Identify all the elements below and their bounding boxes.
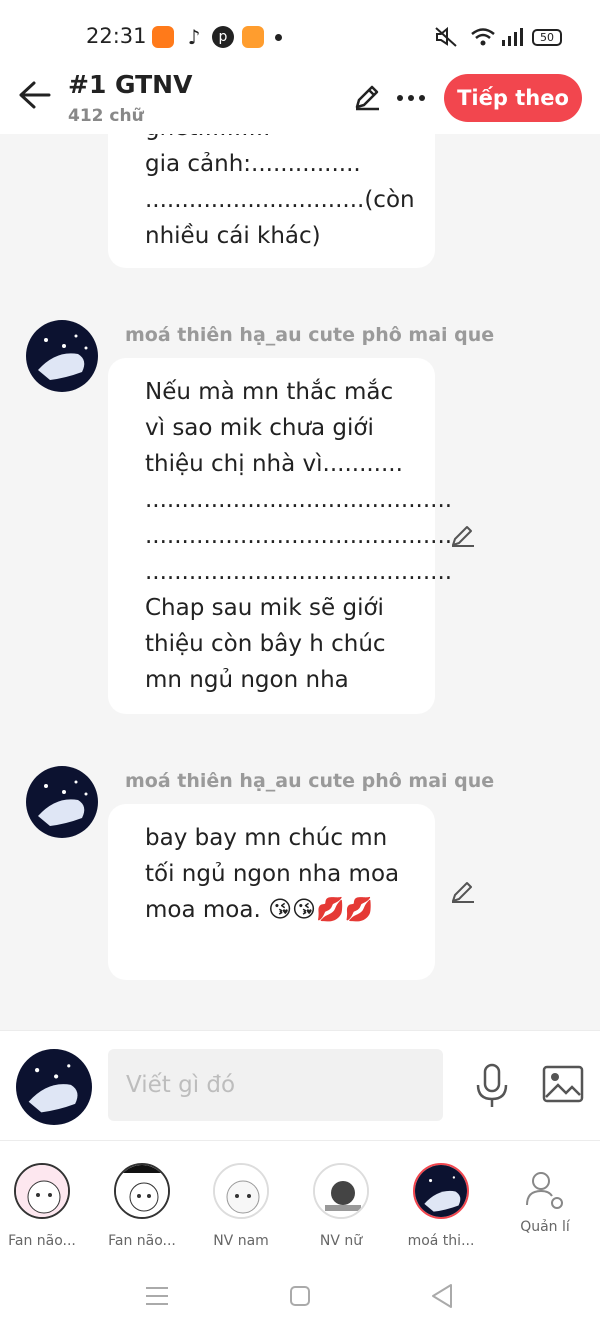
message-line: ........................................… (145, 523, 453, 549)
editor-header: #1 GTNV 412 chữ Tiếp theo (0, 60, 600, 134)
current-character-avatar[interactable] (16, 1049, 92, 1125)
message-line: tối ngủ ngon nha moa (145, 861, 400, 887)
message-author: moá thiên hạ_au cute phô mai que (125, 770, 495, 792)
message-bubble[interactable]: bay bay mn chúc mn tối ngủ ngon nha moa … (108, 804, 435, 980)
character-label: Fan não... (108, 1233, 176, 1249)
character-item[interactable]: Fan não... (0, 1163, 87, 1249)
chapter-title: #1 GTNV (68, 70, 193, 99)
manage-user-icon (526, 1172, 563, 1209)
message-line: ........................................… (145, 559, 453, 585)
message-line: bay bay mn chúc mn (145, 825, 388, 851)
message-line: ..............................(còn (145, 187, 415, 213)
character-item[interactable]: Fan não... (97, 1163, 187, 1249)
message-bubble[interactable]: ghét.......... gia cảnh:............... … (108, 134, 435, 268)
home-icon[interactable] (288, 1284, 312, 1308)
avatar[interactable] (26, 320, 98, 392)
video-app-icon (152, 26, 174, 48)
battery-icon: 50 (532, 29, 562, 46)
tiktok-icon: ♪ (187, 25, 201, 49)
dot-icon (275, 34, 282, 41)
app-icon (242, 26, 264, 48)
character-avatar (114, 1163, 170, 1219)
character-label: NV nam (213, 1233, 269, 1249)
message-author: moá thiên hạ_au cute phô mai que (125, 324, 495, 346)
status-time: 22:31 (86, 24, 147, 48)
character-item[interactable]: NV nữ (296, 1163, 386, 1249)
wifi-icon (471, 28, 495, 46)
message-line: Chap sau mik sẽ giới (145, 595, 384, 621)
character-label: Fan não... (8, 1233, 76, 1249)
character-label: moá thi... (407, 1233, 475, 1249)
message-line: thiệu chị nhà vì........... (145, 451, 403, 477)
manage-characters[interactable]: Quản lí (500, 1163, 590, 1235)
next-button[interactable]: Tiếp theo (444, 74, 582, 122)
message-line: Nếu mà mn thắc mắc (145, 379, 394, 405)
image-icon[interactable] (542, 1065, 584, 1103)
microphone-icon[interactable] (474, 1063, 510, 1109)
message-line: gia cảnh:............... (145, 151, 361, 177)
character-label: Quản lí (520, 1219, 570, 1235)
character-item[interactable]: moá thi... (396, 1163, 486, 1249)
back-icon[interactable] (430, 1282, 454, 1310)
signal-icon (502, 28, 523, 46)
character-avatar (14, 1163, 70, 1219)
message-bubble[interactable]: Nếu mà mn thắc mắc vì sao mik chưa giới … (108, 358, 453, 714)
system-nav-bar (0, 1260, 600, 1333)
recent-apps-icon[interactable] (144, 1284, 170, 1308)
character-avatar (213, 1163, 269, 1219)
back-arrow-icon[interactable] (18, 80, 52, 110)
mute-icon (435, 26, 457, 47)
message-line: vì sao mik chưa giới (145, 415, 374, 441)
character-picker: Fan não... Fan não... NV nam NV nữ moá t… (0, 1140, 600, 1260)
edit-message-icon[interactable] (450, 522, 476, 548)
message-input[interactable] (108, 1049, 443, 1121)
avatar[interactable] (26, 766, 98, 838)
message-line: nhiều cái khác) (145, 223, 321, 249)
character-avatar (313, 1163, 369, 1219)
message-line: thiệu còn bây h chúc (145, 631, 386, 657)
message-line: ........................................… (145, 487, 453, 513)
edit-message-icon[interactable] (450, 878, 476, 904)
chat-content[interactable]: ghét.......... gia cảnh:............... … (0, 134, 600, 1030)
more-options-icon[interactable] (396, 94, 426, 102)
character-item[interactable]: NV nam (196, 1163, 286, 1249)
message-line: mn ngủ ngon nha (145, 667, 349, 693)
message-line: moa moa. 😘😘💋💋 (145, 897, 374, 923)
message-composer (0, 1030, 600, 1140)
word-count: 412 chữ (68, 106, 144, 126)
edit-pencil-icon[interactable] (352, 82, 382, 112)
character-avatar (413, 1163, 469, 1219)
message-line: ghét.......... (145, 134, 398, 146)
character-label: NV nữ (319, 1233, 363, 1249)
pinterest-icon: p (212, 26, 234, 48)
